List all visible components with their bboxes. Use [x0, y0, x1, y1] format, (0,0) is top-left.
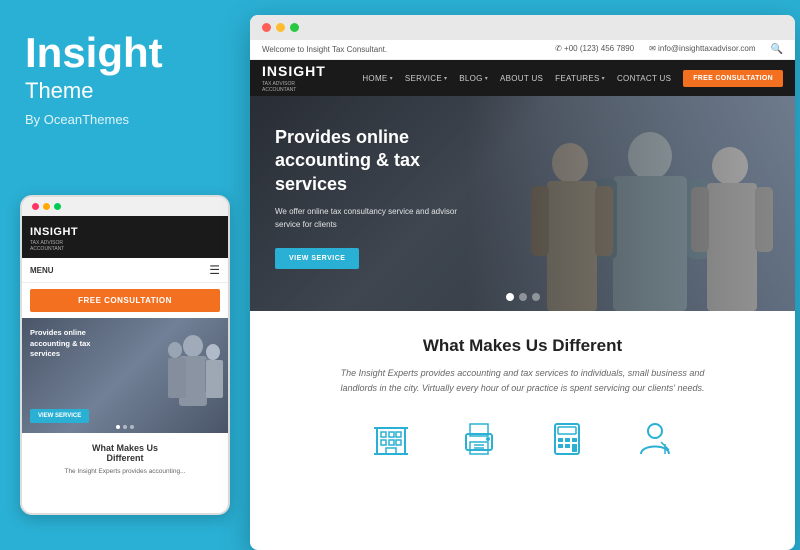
nav-contact[interactable]: CONTACT US: [617, 74, 671, 83]
mobile-hero-text: Provides online accounting & tax service…: [30, 328, 120, 360]
topbar-email: ✉ info@insighttaxadvisor.com: [649, 44, 755, 55]
brand-title: Insight: [25, 30, 220, 76]
nav-about[interactable]: ABOUT US: [500, 74, 543, 83]
icon-row: [270, 417, 775, 456]
section-title: What Makes Us Different: [270, 336, 775, 356]
section-text: The Insight Experts provides accounting …: [333, 366, 713, 397]
mobile-dots-indicator: [116, 425, 134, 429]
hero-title: Provides online accounting & tax service…: [275, 126, 485, 196]
site-section: What Makes Us Different The Insight Expe…: [250, 311, 795, 471]
dot-yellow: [43, 203, 50, 210]
hero-dot-1[interactable]: [506, 293, 514, 301]
brand-by: By OceanThemes: [25, 112, 220, 127]
indicator-dot-2: [123, 425, 127, 429]
hero-content: Provides online accounting & tax service…: [275, 126, 485, 269]
browser-dot-yellow: [276, 23, 285, 32]
home-chevron-icon: ▾: [390, 75, 393, 82]
hero-dot-3[interactable]: [532, 293, 540, 301]
mobile-section-title: What Makes UsDifferent: [22, 433, 228, 467]
mobile-cta-button[interactable]: FREE CONSULTATION: [30, 289, 220, 312]
blog-chevron-icon: ▾: [485, 75, 488, 82]
indicator-dot-1: [116, 425, 120, 429]
mobile-section-text: The Insight Experts provides accounting.…: [22, 467, 228, 477]
site-logo-block: INSIGHT TAX ADVISORACCOUNTANT: [262, 63, 326, 93]
icon-box-building: [372, 422, 410, 456]
mobile-header: INSIGHT TAX ADVISORACCOUNTANT: [22, 216, 228, 258]
site-hero: Provides online accounting & tax service…: [250, 96, 795, 311]
topbar-search-icon[interactable]: 🔍: [771, 44, 783, 55]
icon-box-person: [636, 422, 674, 456]
browser-dot-red: [262, 23, 271, 32]
nav-home[interactable]: HOME ▾: [362, 74, 393, 83]
person-icon: [636, 422, 674, 456]
dot-red: [32, 203, 39, 210]
nav-service[interactable]: SERVICE ▾: [405, 74, 447, 83]
printer-icon: [460, 422, 498, 456]
browser-titlebar: [250, 15, 795, 40]
mobile-logo: INSIGHT TAX ADVISORACCOUNTANT: [30, 222, 78, 252]
icon-box-printer: [460, 422, 498, 456]
nav-features[interactable]: FEATURES ▾: [555, 74, 605, 83]
site-logo: INSIGHT: [262, 63, 326, 79]
browser-dot-green: [290, 23, 299, 32]
service-chevron-icon: ▾: [444, 75, 447, 82]
mobile-menu-bar: MENU ☰: [22, 258, 228, 283]
mobile-hero-btn[interactable]: VIEW SERVICE: [30, 409, 89, 423]
topbar-contact: ✆ +00 (123) 456 7890 ✉ info@insighttaxad…: [555, 44, 783, 55]
dot-green: [54, 203, 61, 210]
mobile-mockup: INSIGHT TAX ADVISORACCOUNTANT MENU ☰ FRE…: [20, 195, 230, 515]
nav-links: HOME ▾ SERVICE ▾ BLOG ▾ ABOUT US FEATURE…: [362, 70, 783, 87]
hero-slide-dots: [506, 293, 540, 301]
nav-cta-button[interactable]: FREE CONSULTATION: [683, 70, 783, 87]
hero-cta-button[interactable]: VIEW SERVICE: [275, 248, 359, 269]
calculator-icon: [548, 422, 586, 456]
mobile-hero: Provides online accounting & tax service…: [22, 318, 228, 433]
site-logo-sub: TAX ADVISORACCOUNTANT: [262, 81, 326, 93]
nav-blog[interactable]: BLOG ▾: [459, 74, 488, 83]
hero-subtitle: We offer online tax consultancy service …: [275, 206, 465, 232]
hamburger-icon[interactable]: ☰: [209, 263, 220, 277]
indicator-dot-3: [130, 425, 134, 429]
topbar-phone: ✆ +00 (123) 456 7890: [555, 44, 634, 55]
topbar-welcome: Welcome to Insight Tax Consultant.: [262, 45, 387, 54]
hero-dot-2[interactable]: [519, 293, 527, 301]
browser-mockup: Welcome to Insight Tax Consultant. ✆ +00…: [250, 15, 795, 550]
mobile-silhouette: [163, 328, 223, 433]
site-topbar: Welcome to Insight Tax Consultant. ✆ +00…: [250, 40, 795, 60]
icon-box-calculator: [548, 422, 586, 456]
brand-subtitle: Theme: [25, 78, 220, 104]
features-chevron-icon: ▾: [602, 75, 605, 82]
left-panel: Insight Theme By OceanThemes INSIGHT TAX…: [0, 0, 245, 550]
site-navbar: INSIGHT TAX ADVISORACCOUNTANT HOME ▾ SER…: [250, 60, 795, 96]
building-icon: [372, 422, 410, 456]
mobile-titlebar: [22, 197, 228, 216]
